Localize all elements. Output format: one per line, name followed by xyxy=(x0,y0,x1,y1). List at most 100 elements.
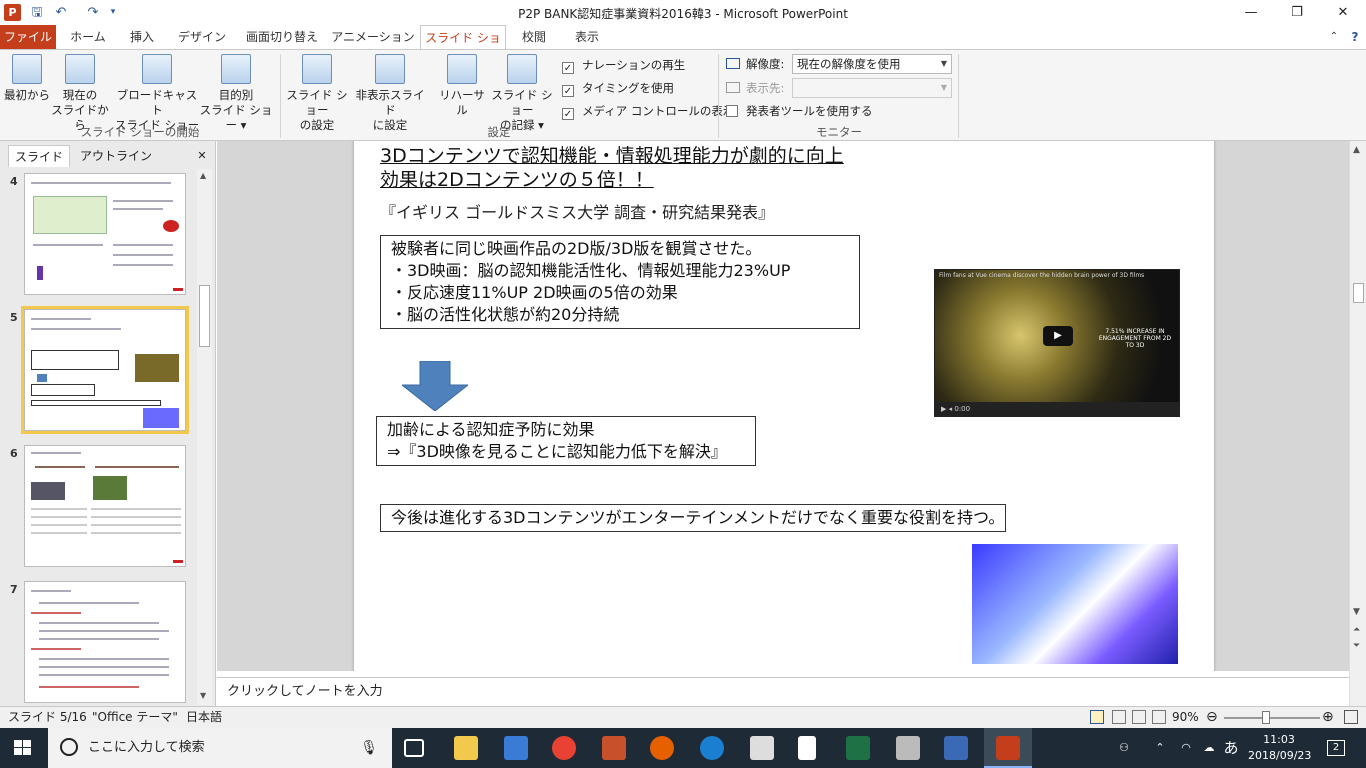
tab-slides[interactable]: スライド xyxy=(8,145,70,167)
notification-center-icon[interactable]: 2 xyxy=(1320,728,1352,768)
slide-heading-line2[interactable]: 効果は2Dコンテンツの５倍！！ xyxy=(380,165,654,192)
scroll-down-icon[interactable]: ▼ xyxy=(1353,607,1360,617)
notes-pane[interactable]: クリックしてノートを入力 xyxy=(217,677,1349,706)
current-slide[interactable]: 3Dコンテンツで認知機能・情報処理能力が劇的に向上 効果は2Dコンテンツの５倍！… xyxy=(354,141,1214,671)
reading-view-icon[interactable] xyxy=(1132,710,1146,724)
hide-slide-button[interactable]: 非表示スライド に設定 xyxy=(352,54,428,133)
tray-chevron-icon[interactable]: ⌃ xyxy=(1150,728,1170,768)
editor-scrollbar[interactable]: ▲ ▼ ⏶ ⏷ xyxy=(1349,141,1366,706)
slide-thumbnail-row[interactable]: 6 xyxy=(0,443,200,573)
zoom-level[interactable]: 90% xyxy=(1172,707,1199,728)
effect-textbox[interactable]: 加齢による認知症予防に効果 ⇒『3D映像を見ることに認知能力低下を解決』 xyxy=(376,416,756,466)
tab-view[interactable]: 表示 xyxy=(562,25,612,49)
from-beginning-button[interactable]: 最初から xyxy=(4,54,50,103)
from-current-slide-button[interactable]: 現在の スライドから xyxy=(50,54,110,133)
taskbar-search-box[interactable]: ここに入力して検索 🎙 xyxy=(48,728,392,768)
scroll-up-icon[interactable]: ▲ xyxy=(1353,145,1360,155)
store-icon[interactable] xyxy=(504,736,528,760)
rehearse-timings-button[interactable]: リハーサル xyxy=(434,54,490,118)
zoom-slider[interactable] xyxy=(1224,717,1320,719)
clock[interactable]: 11:03 2018/09/23 xyxy=(1248,728,1311,768)
powerpoint-taskbar-button[interactable] xyxy=(984,728,1032,768)
normal-view-icon[interactable] xyxy=(1090,710,1104,724)
excel-icon[interactable] xyxy=(846,736,870,760)
future-textbox[interactable]: 今後は進化する3Dコンテンツがエンターテインメントだけでなく重要な役割を持つ。 xyxy=(380,504,1006,532)
edge-icon[interactable] xyxy=(700,736,724,760)
experiment-textbox[interactable]: 被験者に同じ映画作品の2D版/3D版を観賞させた。 ・3D映画：脳の認知機能活性… xyxy=(380,235,860,329)
theme-name[interactable]: "Office テーマ" xyxy=(92,707,178,728)
next-slide-icon[interactable]: ⏷ xyxy=(1353,641,1360,651)
zoom-slider-handle[interactable] xyxy=(1262,711,1270,724)
tab-transitions[interactable]: 画面切り替え xyxy=(238,25,326,49)
tab-file[interactable]: ファイル xyxy=(0,25,56,49)
presenter-view-checkbox[interactable]: 発表者ツールを使用する xyxy=(726,102,873,120)
help-icon[interactable]: ? xyxy=(1346,25,1364,49)
tab-slide-show[interactable]: スライド ショー xyxy=(420,25,506,69)
record-slide-show-button[interactable]: スライド ショー の記録 ▾ xyxy=(488,54,556,133)
scroll-down-icon[interactable]: ▼ xyxy=(200,691,206,700)
ime-indicator[interactable]: あ xyxy=(1220,728,1242,768)
chrome-icon[interactable] xyxy=(552,736,576,760)
close-panel-icon[interactable]: ✕ xyxy=(192,145,212,167)
zoom-in-icon[interactable]: ⊕ xyxy=(1322,707,1334,728)
embedded-video[interactable]: Film fans at Vue cinema discover the hid… xyxy=(934,269,1180,417)
custom-slide-show-button[interactable]: 目的別 スライド ショー ▾ xyxy=(196,54,276,133)
tab-review[interactable]: 校閲 xyxy=(510,25,558,49)
windows-start-icon[interactable] xyxy=(14,740,32,756)
maximize-button[interactable]: ❐ xyxy=(1274,0,1320,25)
mail-icon[interactable] xyxy=(750,736,774,760)
setup-slide-show-button[interactable]: スライド ショー の設定 xyxy=(284,54,350,133)
viewer-app-icon[interactable] xyxy=(896,736,920,760)
slide-thumbnail-7[interactable] xyxy=(24,581,186,703)
slide-thumbnail-row[interactable]: 4 xyxy=(0,171,200,301)
vr-person-image[interactable] xyxy=(972,544,1178,664)
task-view-icon[interactable] xyxy=(404,739,424,757)
close-button[interactable]: ✕ xyxy=(1320,0,1366,25)
tab-animations[interactable]: アニメーション xyxy=(330,25,416,49)
tab-outline[interactable]: アウトライン xyxy=(76,145,156,167)
scrollbar-thumb[interactable] xyxy=(199,285,210,347)
tab-insert[interactable]: 挿入 xyxy=(118,25,166,49)
document-icon[interactable] xyxy=(798,736,816,760)
people-icon[interactable]: ⚇ xyxy=(1112,728,1136,768)
file-explorer-icon[interactable] xyxy=(454,736,478,760)
slide-thumbnail-row[interactable]: 5 xyxy=(0,306,200,437)
scrollbar-thumb[interactable] xyxy=(1353,283,1364,303)
down-arrow-shape[interactable] xyxy=(402,361,468,411)
tab-design[interactable]: デザイン xyxy=(170,25,234,49)
slide-show-view-icon[interactable] xyxy=(1152,710,1166,724)
zoom-out-icon[interactable]: ⊖ xyxy=(1206,707,1218,728)
slide-thumbnail-5[interactable] xyxy=(21,306,189,434)
use-timings-checkbox[interactable]: ✓ タイミングを使用 xyxy=(562,79,674,97)
play-narrations-checkbox[interactable]: ✓ ナレーションの再生 xyxy=(562,56,685,74)
previous-slide-icon[interactable]: ⏶ xyxy=(1353,625,1360,635)
slide-editor[interactable]: 3Dコンテンツで認知機能・情報処理能力が劇的に向上 効果は2Dコンテンツの５倍！… xyxy=(217,141,1349,671)
slide-source[interactable]: 『イギリス ゴールドスミス大学 調査・研究結果発表』 xyxy=(380,199,774,223)
onedrive-icon[interactable]: ☁ xyxy=(1198,728,1220,768)
textbox-line: ・脳の活性化状態が約20分持続 xyxy=(391,305,620,324)
paint-app-icon[interactable] xyxy=(944,736,968,760)
slide-thumbnail-row[interactable]: 7 xyxy=(0,579,200,709)
slide-heading-line1[interactable]: 3Dコンテンツで認知機能・情報処理能力が劇的に向上 xyxy=(380,141,844,168)
firefox-icon[interactable] xyxy=(650,736,674,760)
thumbnail-scrollbar[interactable]: ▲ ▼ xyxy=(197,169,212,705)
fit-to-window-icon[interactable] xyxy=(1344,710,1358,724)
wifi-icon[interactable]: ◠ xyxy=(1176,728,1196,768)
video-controls[interactable]: ▶ ◂ 0:00 xyxy=(935,402,1179,416)
resolution-select[interactable]: 現在の解像度を使用 ▼ xyxy=(792,54,952,74)
show-on-select[interactable]: ▼ xyxy=(792,78,952,98)
collapse-ribbon-icon[interactable]: ⌃ xyxy=(1326,25,1342,49)
microphone-icon[interactable]: 🎙 xyxy=(360,728,378,768)
media-player-icon[interactable] xyxy=(602,736,626,760)
language-indicator[interactable]: 日本語 xyxy=(186,707,222,728)
tab-home[interactable]: ホーム xyxy=(62,25,114,49)
play-icon[interactable]: ▶ xyxy=(1043,326,1073,346)
show-media-controls-checkbox[interactable]: ✓ メディア コントロールの表示 xyxy=(562,102,734,120)
minimize-button[interactable]: — xyxy=(1228,0,1274,25)
play-small-icon[interactable]: ▶ ◂ xyxy=(941,405,954,413)
broadcast-slide-show-button[interactable]: ブロードキャスト スライド ショー xyxy=(114,54,200,133)
slide-thumbnail-6[interactable] xyxy=(24,445,186,567)
slide-thumbnail-4[interactable] xyxy=(24,173,186,295)
scroll-up-icon[interactable]: ▲ xyxy=(200,171,206,180)
slide-sorter-icon[interactable] xyxy=(1112,710,1126,724)
